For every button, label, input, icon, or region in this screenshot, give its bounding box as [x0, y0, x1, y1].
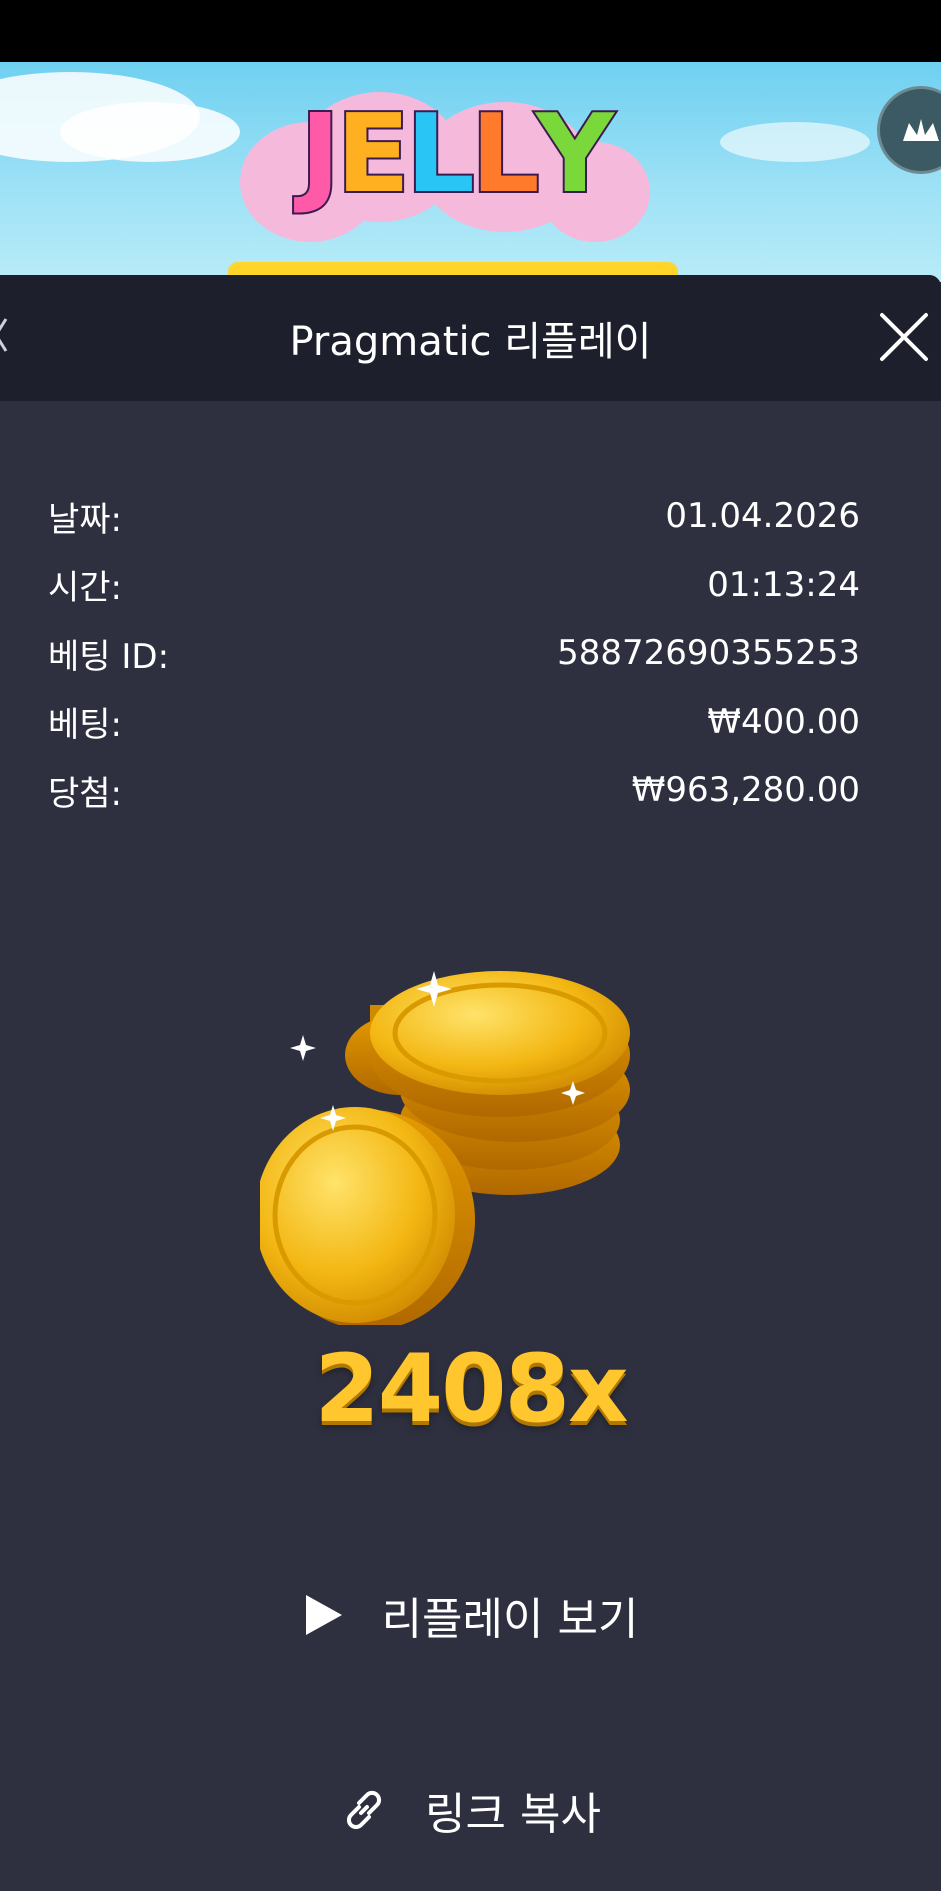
play-icon [305, 1595, 342, 1635]
bet-id-label: 베팅 ID: [48, 636, 170, 677]
panel-header: Pragmatic 리플레이 [0, 275, 941, 401]
back-chevron-icon[interactable] [0, 315, 12, 355]
game-logo: J E L L Y [255, 80, 655, 230]
win-multiplier: 2408x [314, 1335, 628, 1444]
time-label: 시간: [48, 568, 123, 609]
link-icon [346, 1790, 382, 1830]
gold-coins-icon [260, 971, 630, 1325]
logo-letter: L [469, 92, 542, 217]
logo-letter: E [334, 92, 412, 217]
status-bar [0, 0, 941, 62]
info-row-time: 시간: 01:13:24 [48, 551, 860, 620]
logo-letter: Y [534, 92, 616, 217]
bet-label: 베팅: [48, 705, 123, 746]
win-label: 당첨: [48, 773, 123, 814]
bet-id-value: 58872690355253 [557, 633, 860, 674]
info-row-win: 당첨: ₩963,280.00 [48, 756, 860, 825]
info-row-bet-id: 베팅 ID: 58872690355253 [48, 619, 860, 688]
bet-value: ₩400.00 [707, 701, 860, 742]
win-value: ₩963,280.00 [631, 770, 860, 811]
close-icon [880, 313, 928, 361]
logo-letter: J [298, 92, 342, 217]
panel-title: Pragmatic 리플레이 [289, 319, 652, 365]
crown-icon [903, 119, 939, 141]
close-button[interactable] [872, 305, 936, 369]
bet-info: 날짜: 01.04.2026 시간: 01:13:24 베팅 ID: 58872… [48, 482, 860, 825]
watch-replay-button[interactable]: 리플레이 보기 [260, 1575, 680, 1655]
watch-replay-label: 리플레이 보기 [381, 1594, 639, 1645]
replay-panel: Pragmatic 리플레이 날짜: 01.04.2026 시간: 01:13:… [0, 275, 941, 1891]
copy-link-label: 링크 복사 [425, 1789, 601, 1840]
time-value: 01:13:24 [707, 564, 860, 605]
date-label: 날짜: [48, 499, 123, 540]
logo-letter: L [404, 92, 477, 217]
date-value: 01.04.2026 [665, 496, 860, 537]
info-row-bet: 베팅: ₩400.00 [48, 688, 860, 757]
copy-link-button[interactable]: 링크 복사 [300, 1770, 640, 1850]
info-row-date: 날짜: 01.04.2026 [48, 482, 860, 551]
